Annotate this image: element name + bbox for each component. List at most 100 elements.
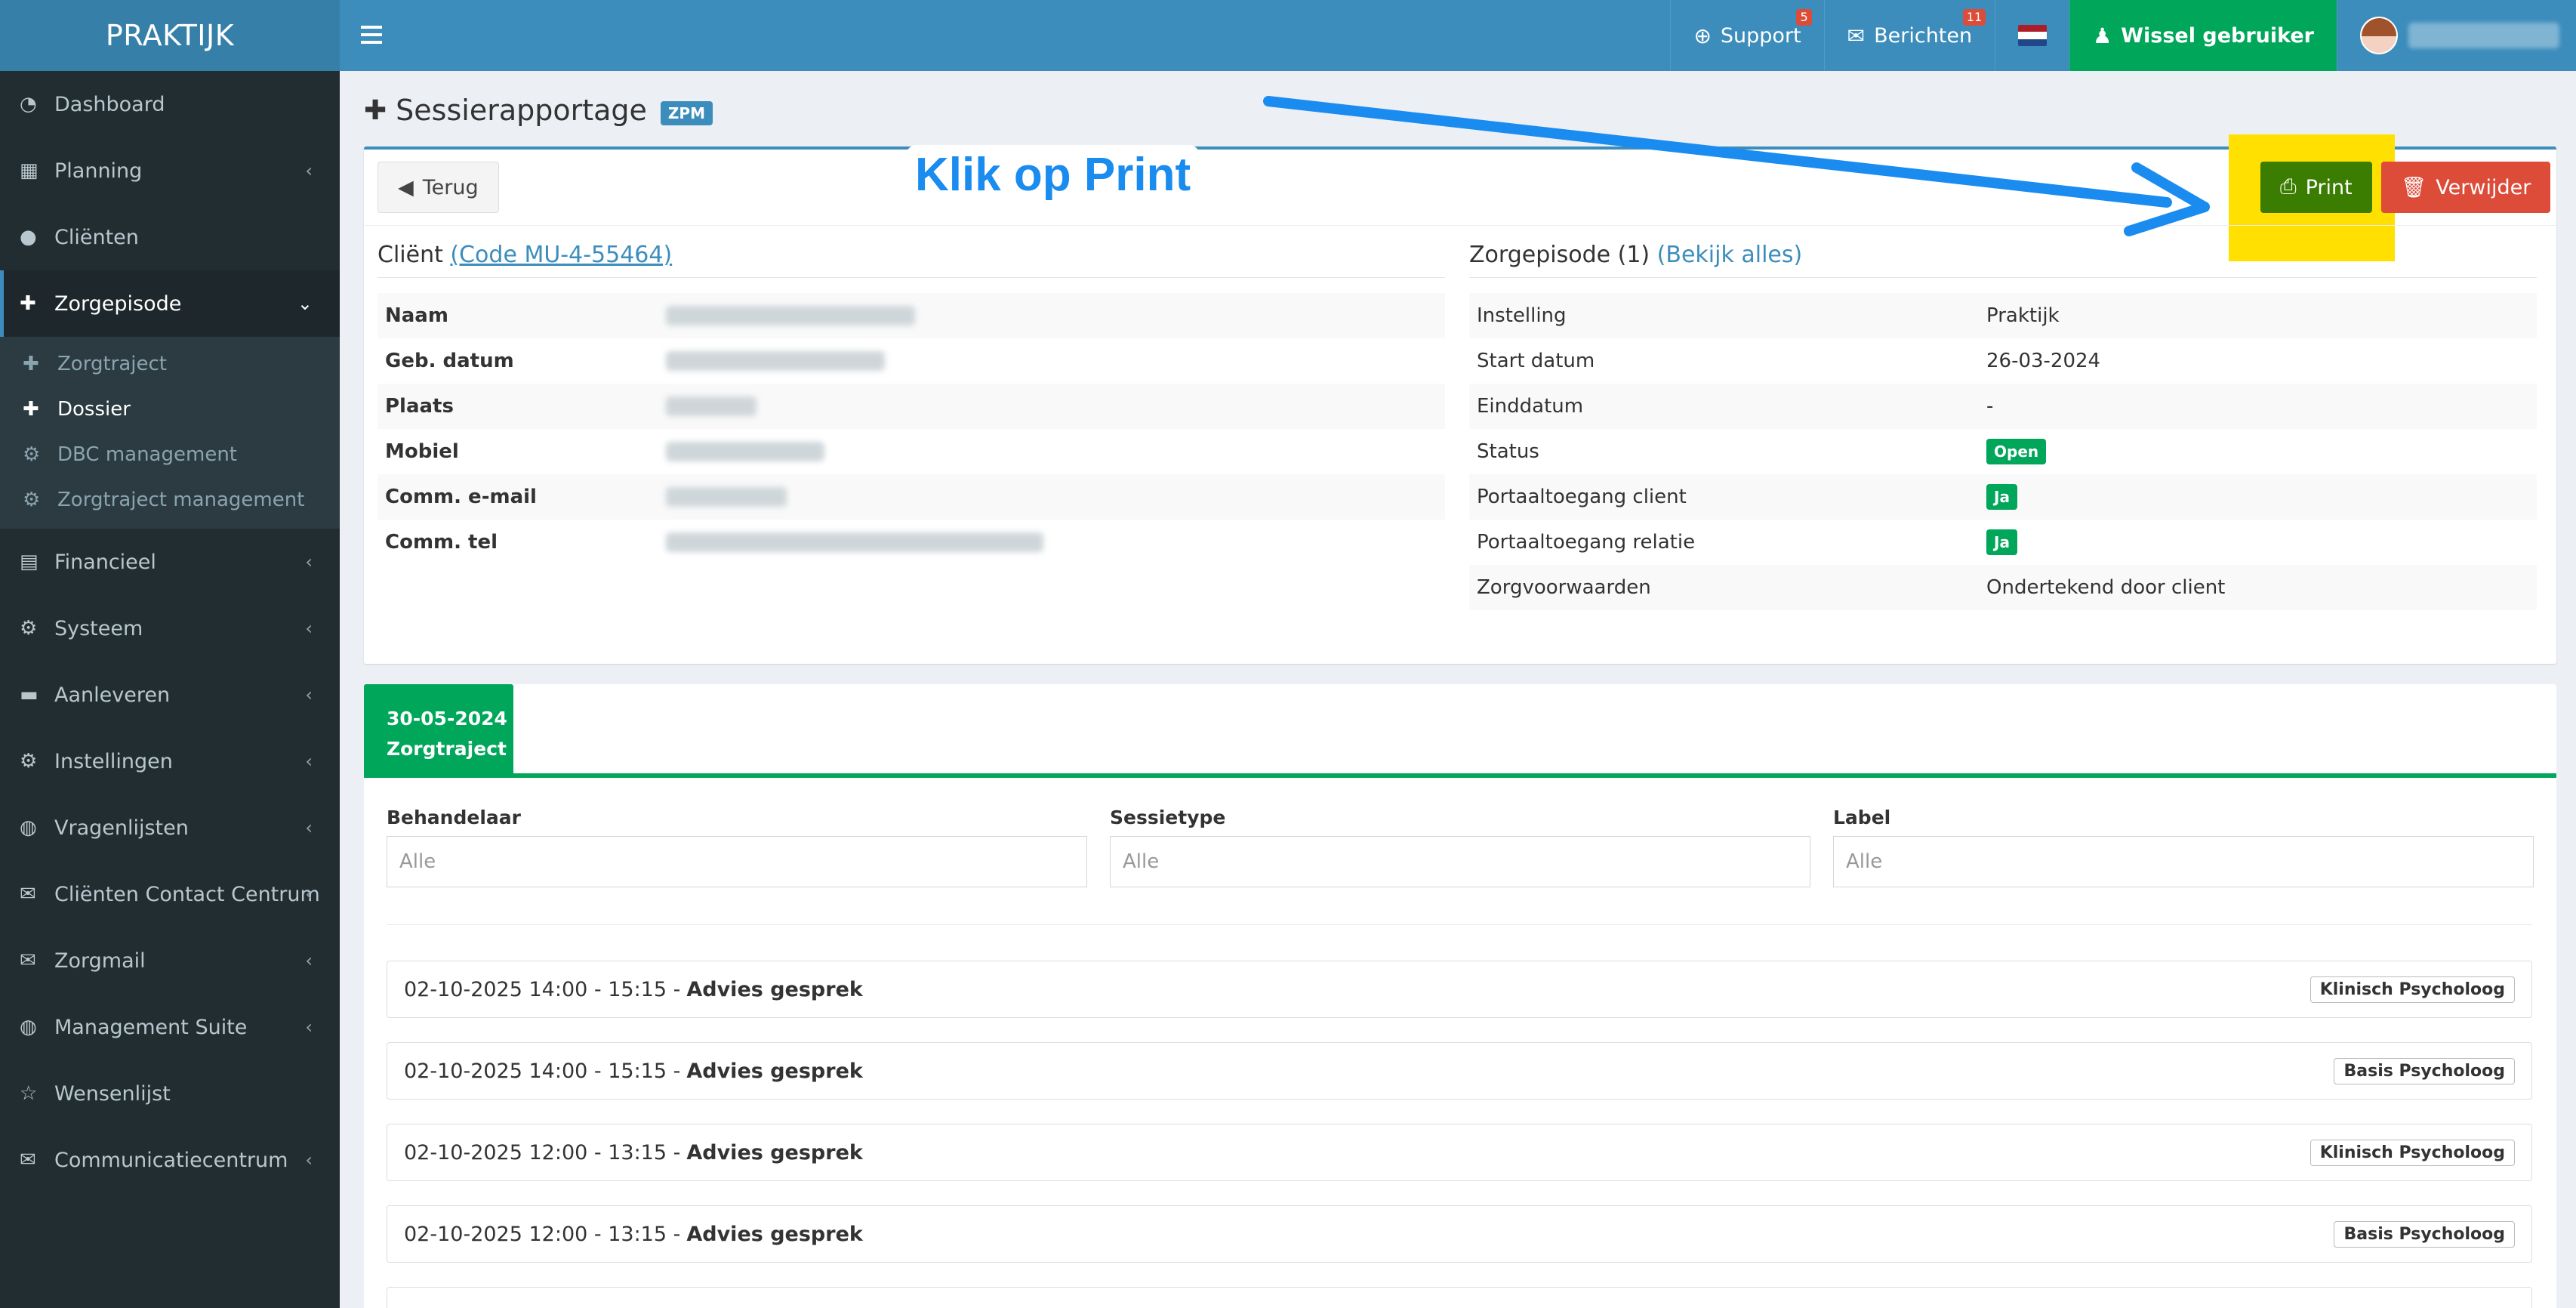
redacted-value bbox=[666, 532, 1043, 552]
sidebar-item-wensenlijst[interactable]: ☆ Wensenlijst bbox=[0, 1060, 340, 1127]
chevron-left-icon: ‹ bbox=[305, 884, 313, 905]
berichten-label: Berichten bbox=[1874, 23, 1973, 48]
row-value: Praktijk bbox=[1986, 304, 2060, 327]
top-bar: PRAKTIJK ⊕ Support 5 ✉ Berichten 11 ♟ Wi… bbox=[0, 0, 2576, 71]
behandelaar-select[interactable]: Alle bbox=[387, 836, 1087, 887]
table-row: Plaats bbox=[377, 384, 1445, 429]
client-code-link[interactable]: (Code MU-4-55464) bbox=[450, 242, 672, 268]
main-content: ✚ Sessierapportage ZPM ◀ Terug ⎙ Print 🗑 Ve… bbox=[340, 71, 2576, 1308]
sidebar-item-management-suite[interactable]: ◍ Management Suite ‹ bbox=[0, 994, 340, 1060]
berichten-link[interactable]: ✉ Berichten 11 bbox=[1823, 0, 1995, 71]
terug-label: Terug bbox=[422, 175, 479, 199]
sidebar-item-financieel[interactable]: ▤ Financieel ‹ bbox=[0, 529, 340, 595]
sidebar-subitem-dossier[interactable]: ✚ Dossier bbox=[0, 387, 340, 432]
sidebar-item-aanleveren[interactable]: ▬ Aanleveren ‹ bbox=[0, 662, 340, 728]
envelope-icon: ✉ bbox=[20, 1149, 36, 1171]
chevron-left-icon: ‹ bbox=[305, 618, 313, 639]
sidebar-item-zorgepisode[interactable]: ✚ Zorgepisode ⌄ bbox=[0, 270, 340, 337]
chevron-left-icon: ‹ bbox=[305, 751, 313, 772]
berichten-count-badge: 11 bbox=[1962, 9, 1986, 26]
row-value: - bbox=[1986, 395, 1994, 418]
client-heading: Cliënt (Code MU-4-55464) bbox=[377, 242, 1445, 278]
episode-heading: Zorgepisode (1) (Bekijk alles) bbox=[1469, 242, 2537, 278]
tab-zorgtraject[interactable]: 30-05-2024 Zorgtraject bbox=[364, 684, 513, 773]
session-item[interactable]: 02-10-2025 14:00 - 15:15 - Advies gesprek… bbox=[387, 1042, 2532, 1100]
session-role-tag: Basis Psycholoog bbox=[2334, 1057, 2515, 1084]
session-item[interactable]: 02-10-2025 12:00 - 13:15 - Advies gesprek… bbox=[387, 1124, 2532, 1181]
wissel-gebruiker-button[interactable]: ♟ Wissel gebruiker bbox=[2069, 0, 2337, 71]
sidebar-item-label: Systeem bbox=[54, 616, 143, 640]
sidebar-subitem-zorgtraject[interactable]: ✚ Zorgtraject bbox=[0, 341, 340, 387]
sidebar-item-clienten[interactable]: ● Cliënten bbox=[0, 204, 340, 270]
session-role-tag: Basis Psycholoog bbox=[2334, 1220, 2515, 1248]
tab-underline bbox=[364, 773, 2556, 778]
table-row: Zorgvoorwaarden Ondertekend door client bbox=[1469, 565, 2537, 610]
session-type: Advies gesprek bbox=[686, 1222, 863, 1246]
chevron-left-icon: ‹ bbox=[305, 817, 313, 838]
filter-label-field: Label Alle bbox=[1833, 807, 2534, 887]
menu-toggle-icon[interactable] bbox=[361, 21, 382, 50]
table-row: Mobiel bbox=[377, 429, 1445, 474]
medkit-icon: ✚ bbox=[364, 94, 387, 126]
sidebar-item-instellingen[interactable]: ⚙ Instellingen ‹ bbox=[0, 728, 340, 794]
bekijk-alles-link[interactable]: (Bekijk alles) bbox=[1657, 242, 1803, 268]
row-key: Portaaltoegang relatie bbox=[1477, 531, 1696, 554]
star-icon: ☆ bbox=[20, 1082, 38, 1105]
session-type: Advies gesprek bbox=[686, 977, 863, 1001]
sidebar-item-label: Vragenlijsten bbox=[54, 816, 189, 840]
label-select[interactable]: Alle bbox=[1833, 836, 2534, 887]
gear-icon: ⚙ bbox=[20, 750, 38, 773]
redacted-value bbox=[666, 487, 787, 507]
arrow-circle-left-icon: ◀ bbox=[398, 175, 414, 199]
session-item[interactable] bbox=[387, 1287, 2532, 1308]
sidebar-subitem-dbc-management[interactable]: ⚙ DBC management bbox=[0, 432, 340, 477]
support-label: Support bbox=[1720, 23, 1801, 48]
sidebar-item-systeem[interactable]: ⚙ Systeem ‹ bbox=[0, 595, 340, 662]
envelope-icon: ✉ bbox=[20, 949, 36, 972]
session-item[interactable]: 02-10-2025 12:00 - 13:15 - Advies gesprek… bbox=[387, 1205, 2532, 1263]
page-title: ✚ Sessierapportage ZPM bbox=[364, 94, 713, 127]
row-value: 26-03-2024 bbox=[1986, 350, 2101, 372]
terug-button[interactable]: ◀ Terug bbox=[377, 162, 499, 213]
row-key: Start datum bbox=[1477, 350, 1595, 372]
sidebar-item-vragenlijsten[interactable]: ◍ Vragenlijsten ‹ bbox=[0, 794, 340, 861]
wissel-label: Wissel gebruiker bbox=[2121, 23, 2314, 48]
table-row: Portaaltoegang relatie Ja bbox=[1469, 520, 2537, 565]
sessietype-select[interactable]: Alle bbox=[1110, 836, 1810, 887]
sidebar-item-label: Instellingen bbox=[54, 749, 173, 773]
print-button[interactable]: ⎙ Print bbox=[2260, 162, 2372, 213]
dutch-flag-icon bbox=[2018, 25, 2048, 46]
session-item[interactable]: 02-10-2025 14:00 - 15:15 - Advies gesprek… bbox=[387, 961, 2532, 1018]
episode-table: Instelling Praktijk Start datum 26-03-2024… bbox=[1469, 293, 2537, 610]
verwijder-button[interactable]: 🗑 Verwijder bbox=[2381, 162, 2551, 213]
user-menu[interactable] bbox=[2337, 0, 2576, 71]
zpm-badge: ZPM bbox=[660, 101, 713, 125]
client-panel: Cliënt (Code MU-4-55464) Naam Geb. datum… bbox=[377, 242, 1445, 565]
sidebar-item-label: Planning bbox=[54, 159, 143, 183]
redacted-value bbox=[666, 442, 824, 461]
chevron-left-icon: ‹ bbox=[305, 1016, 313, 1038]
sidebar-subitem-zorgtraject-management[interactable]: ⚙ Zorgtraject management bbox=[0, 477, 340, 523]
language-selector[interactable] bbox=[1995, 0, 2069, 71]
sidebar-item-clienten-contact-centrum[interactable]: ✉ Cliënten Contact Centrum ‹ bbox=[0, 861, 340, 927]
sidebar-item-label: Financieel bbox=[54, 550, 156, 574]
user-icon: ● bbox=[20, 226, 37, 248]
row-value: Ondertekend door client bbox=[1986, 576, 2226, 599]
sidebar-item-planning[interactable]: ▦ Planning ‹ bbox=[0, 137, 340, 204]
row-key: Portaaltoegang client bbox=[1477, 486, 1687, 508]
row-key: Instelling bbox=[1477, 304, 1567, 327]
sidebar-item-communicatiecentrum[interactable]: ✉ Communicatiecentrum ‹ bbox=[0, 1127, 340, 1193]
chevron-left-icon: ‹ bbox=[305, 551, 313, 572]
gear-icon: ⚙ bbox=[23, 489, 41, 511]
support-count-badge: 5 bbox=[1796, 9, 1812, 26]
sidebar-item-label: Management Suite bbox=[54, 1015, 248, 1039]
table-row: Naam bbox=[377, 293, 1445, 338]
support-link[interactable]: ⊕ Support 5 bbox=[1670, 0, 1823, 71]
sidebar-item-zorgmail[interactable]: ✉ Zorgmail ‹ bbox=[0, 927, 340, 994]
table-row: Comm. tel bbox=[377, 520, 1445, 565]
globe-icon: ◍ bbox=[20, 1016, 37, 1038]
brand-logo[interactable]: PRAKTIJK bbox=[0, 0, 340, 71]
printer-icon: ⎙ bbox=[2280, 175, 2297, 199]
table-row: Comm. e-mail bbox=[377, 474, 1445, 520]
sidebar-item-dashboard[interactable]: ◔ Dashboard bbox=[0, 71, 340, 137]
